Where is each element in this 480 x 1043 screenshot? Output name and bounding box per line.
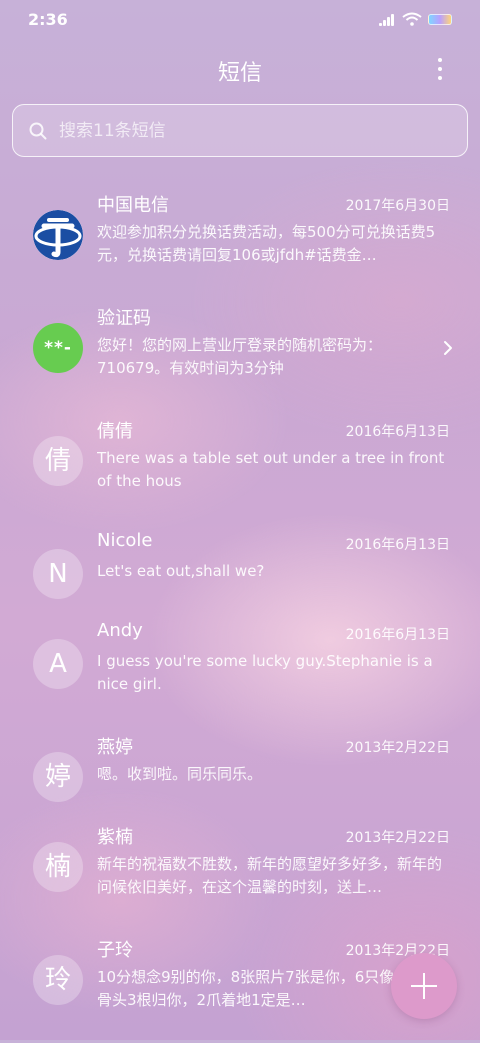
thread-name: 紫楠: [97, 827, 133, 848]
thread-date: 2016年6月13日: [345, 537, 450, 553]
thread-item[interactable]: 中国电信 2017年6月30日 欢迎参加积分兑换话费活动，每500分可兑换话费5…: [0, 186, 480, 298]
avatar-letter: A: [49, 649, 67, 679]
thread-item[interactable]: 倩 倩倩 2016年6月13日 There was a table set ou…: [0, 412, 480, 524]
thread-date: 2016年6月13日: [345, 424, 450, 440]
signal-icon: [379, 14, 397, 26]
avatar: 婷: [33, 752, 83, 802]
thread-date: 2017年6月30日: [345, 198, 450, 214]
thread-item[interactable]: **- 验证码 您好！您的网上营业厅登录的随机密码为：710679。有效时间为3…: [0, 299, 480, 411]
thread-name: 燕婷: [97, 737, 133, 758]
avatar: 倩: [33, 436, 83, 486]
avatar: 楠: [33, 842, 83, 892]
search-bar[interactable]: [12, 104, 468, 157]
avatar-letter: 玲: [44, 965, 71, 995]
verification-code-avatar: **-: [33, 323, 83, 373]
status-bar: 2:36: [0, 0, 480, 40]
avatar: A: [33, 639, 83, 689]
status-time: 2:36: [28, 10, 68, 29]
thread-item[interactable]: 楠 紫楠 2013年2月22日 新年的祝福数不胜数，新年的愿望好多好多，新年的问…: [0, 818, 480, 930]
thread-date: 2016年6月13日: [345, 627, 450, 643]
thread-name: 验证码: [97, 308, 151, 329]
search-icon: [29, 122, 47, 140]
thread-name: Nicole: [97, 530, 153, 551]
avatar-letter: 倩: [44, 446, 71, 476]
china-telecom-logo-icon: [33, 210, 83, 260]
thread-preview: I guess you're some lucky guy.Stephanie …: [97, 652, 433, 693]
thread-preview: 您好！您的网上营业厅登录的随机密码为：710679。有效时间为3分钟: [97, 336, 383, 377]
avatar: 玲: [33, 955, 83, 1005]
thread-name: 倩倩: [97, 421, 133, 442]
plus-icon-vertical: [423, 973, 425, 999]
thread-preview: 欢迎参加积分兑换话费活动，每500分可兑换话费5元，兑换话费请回复106或jfd…: [97, 223, 436, 264]
avatar-letter: 楠: [44, 852, 71, 882]
wifi-icon: [402, 12, 422, 26]
thread-name: 子玲: [97, 940, 133, 961]
thread-name: Andy: [97, 620, 143, 641]
avatar-letter: N: [48, 559, 68, 589]
more-options-icon[interactable]: [430, 55, 450, 83]
thread-name: 中国电信: [97, 195, 169, 216]
battery-icon: [428, 14, 452, 25]
thread-date: 2013年2月22日: [345, 740, 450, 756]
thread-date: 2013年2月22日: [345, 830, 450, 846]
thread-preview: Let's eat out,shall we?: [97, 562, 265, 580]
chevron-right-icon[interactable]: [442, 340, 454, 356]
thread-preview: 嗯。收到啦。同乐同乐。: [97, 765, 263, 783]
new-message-button[interactable]: [391, 953, 457, 1019]
thread-preview: There was a table set out under a tree i…: [97, 449, 445, 490]
search-input[interactable]: [59, 117, 439, 145]
page-title: 短信: [217, 61, 262, 86]
avatar-letter: 婷: [44, 762, 71, 792]
header: 短信: [0, 45, 480, 95]
thread-item[interactable]: A Andy 2016年6月13日 I guess you're some lu…: [0, 615, 480, 727]
avatar: N: [33, 549, 83, 599]
thread-preview: 新年的祝福数不胜数，新年的愿望好多好多，新年的问候依旧美好，在这个温馨的时刻，送…: [97, 855, 443, 896]
